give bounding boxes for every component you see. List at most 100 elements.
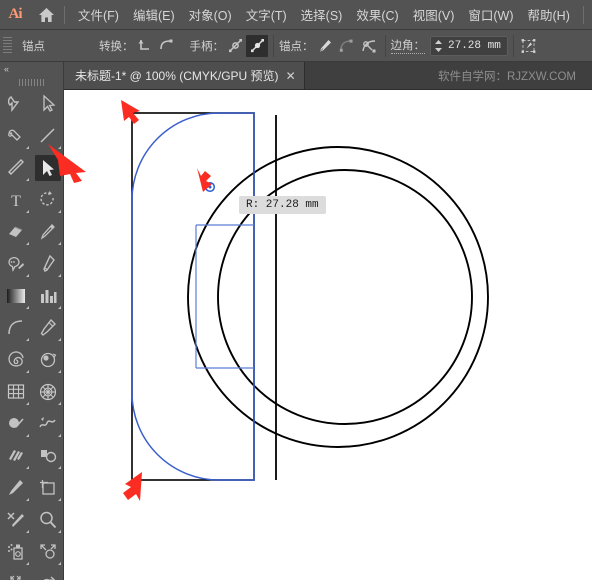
- tool-eraser[interactable]: [0, 216, 32, 248]
- tool-zoom[interactable]: [32, 504, 64, 536]
- options-divider-2: [384, 34, 386, 57]
- tool-artboard[interactable]: [32, 472, 64, 504]
- tool-flyout-indicator[interactable]: [26, 338, 29, 341]
- tool-flyout-indicator[interactable]: [58, 530, 61, 533]
- document-tab-title: 未标题-1* @ 100% (CMYK/GPU 预览): [75, 69, 279, 83]
- tools-panel-header: «: [0, 62, 63, 76]
- tools-panel: « T: [0, 62, 64, 580]
- outer-circle-path[interactable]: [187, 146, 489, 448]
- tools-panel-drag-handle[interactable]: [18, 79, 45, 86]
- tool-magic-wand-sparkle[interactable]: [32, 216, 64, 248]
- anchors-label: 锚点：: [279, 40, 314, 53]
- tool-column-graph[interactable]: [32, 280, 64, 312]
- tool-flyout-indicator[interactable]: [26, 242, 29, 245]
- tool-knife[interactable]: [0, 504, 32, 536]
- menu-divider-right: [582, 5, 584, 24]
- tool-flyout-indicator[interactable]: [58, 274, 61, 277]
- menu-bar: Ai 文件(F) 编辑(E) 对象(O) 文字(T) 选择(S) 效果(C) 视…: [0, 0, 592, 30]
- options-bar-drag-handle[interactable]: [3, 36, 12, 55]
- menu-help[interactable]: 帮助(H): [521, 2, 577, 27]
- tool-rotate-around-point[interactable]: [32, 344, 64, 376]
- annotation-arrow-bottom-left: [123, 472, 142, 501]
- tool-pencil[interactable]: [0, 472, 32, 504]
- tool-flyout-indicator[interactable]: [26, 466, 29, 469]
- tool-flyout-indicator[interactable]: [58, 210, 61, 213]
- tool-symbol-scruncher[interactable]: [32, 536, 64, 568]
- tool-flyout-indicator[interactable]: [26, 434, 29, 437]
- tool-symbol-sizer[interactable]: [0, 568, 32, 580]
- tool-spiral[interactable]: [0, 344, 32, 376]
- tool-flyout-indicator[interactable]: [26, 146, 29, 149]
- tool-paintbrush[interactable]: [0, 152, 32, 184]
- tool-smooth[interactable]: [0, 408, 32, 440]
- artboard-canvas[interactable]: [64, 90, 592, 580]
- menu-divider: [64, 5, 65, 24]
- corner-label[interactable]: 边角：: [390, 37, 425, 54]
- tool-rectangular-grid[interactable]: [0, 376, 32, 408]
- menu-window[interactable]: 窗口(W): [461, 2, 520, 27]
- app-logo-icon: Ai: [8, 6, 23, 22]
- corner-radius-value[interactable]: 27.28 mm: [445, 40, 504, 52]
- tool-magic-wand[interactable]: [0, 120, 32, 152]
- tool-flyout-indicator[interactable]: [26, 370, 29, 373]
- tool-polar-grid[interactable]: [32, 376, 64, 408]
- menu-type[interactable]: 文字(T): [239, 2, 294, 27]
- convert-anchor-to-smooth-icon[interactable]: [156, 35, 178, 57]
- tool-flyout-indicator[interactable]: [26, 498, 29, 501]
- tool-flyout-indicator[interactable]: [58, 562, 61, 565]
- context-label: 锚点: [22, 40, 45, 53]
- tool-type[interactable]: T: [0, 184, 32, 216]
- tool-symbol-sprayer[interactable]: [0, 536, 32, 568]
- annotation-arrow-top-left: [121, 100, 140, 124]
- menu-edit[interactable]: 编辑(E): [126, 2, 182, 27]
- options-divider-3: [512, 34, 514, 57]
- tool-rotate[interactable]: [32, 184, 64, 216]
- tool-flyout-indicator[interactable]: [58, 434, 61, 437]
- tool-arc[interactable]: [0, 312, 32, 344]
- convert-anchor-to-corner-icon[interactable]: [134, 35, 156, 57]
- tool-shape-combine[interactable]: [32, 440, 64, 472]
- tool-flyout-indicator[interactable]: [58, 402, 61, 405]
- tool-flyout-indicator[interactable]: [58, 466, 61, 469]
- close-icon[interactable]: ✕: [286, 70, 296, 82]
- tool-shape-builder[interactable]: [0, 248, 32, 280]
- menu-file[interactable]: 文件(F): [71, 2, 126, 27]
- connect-anchors-icon[interactable]: [336, 35, 358, 57]
- cut-path-at-anchor-icon[interactable]: [358, 35, 380, 57]
- menu-object[interactable]: 对象(O): [182, 2, 239, 27]
- tool-flyout-indicator[interactable]: [26, 530, 29, 533]
- tool-flyout-indicator[interactable]: [58, 242, 61, 245]
- tool-eyedropper[interactable]: [32, 312, 64, 344]
- tool-scribble[interactable]: [32, 408, 64, 440]
- remove-anchor-icon[interactable]: [314, 35, 336, 57]
- tool-pen[interactable]: [32, 248, 64, 280]
- show-handles-icon[interactable]: [224, 35, 246, 57]
- tool-flyout-indicator[interactable]: [58, 306, 61, 309]
- menu-effect[interactable]: 效果(C): [349, 2, 405, 27]
- tool-flyout-indicator[interactable]: [26, 178, 29, 181]
- tool-flyout-indicator[interactable]: [58, 498, 61, 501]
- collapse-panel-icon[interactable]: «: [4, 64, 9, 74]
- tool-selection[interactable]: [0, 88, 32, 120]
- hide-handles-icon[interactable]: [246, 34, 268, 57]
- tool-symbol-spinner[interactable]: [32, 568, 64, 580]
- corner-radius-field[interactable]: 27.28 mm: [430, 35, 508, 56]
- isolate-selected-object-icon[interactable]: [519, 35, 541, 57]
- tool-flyout-indicator[interactable]: [26, 402, 29, 405]
- tool-blend[interactable]: [0, 440, 32, 472]
- home-icon[interactable]: [30, 0, 62, 30]
- tool-flyout-indicator[interactable]: [58, 370, 61, 373]
- tool-flyout-indicator[interactable]: [26, 562, 29, 565]
- tool-gradient[interactable]: [0, 280, 32, 312]
- menu-view[interactable]: 视图(V): [406, 2, 462, 27]
- tool-flyout-indicator[interactable]: [26, 306, 29, 309]
- annotation-arrow-corner-widget: [197, 168, 212, 192]
- stepper-up-down-icon[interactable]: [433, 39, 443, 53]
- tool-flyout-indicator[interactable]: [26, 210, 29, 213]
- tool-flyout-indicator[interactable]: [58, 338, 61, 341]
- document-tab[interactable]: 未标题-1* @ 100% (CMYK/GPU 预览) ✕: [64, 62, 305, 89]
- options-divider-1: [273, 34, 274, 57]
- menu-select[interactable]: 选择(S): [294, 2, 350, 27]
- tool-flyout-indicator[interactable]: [26, 274, 29, 277]
- tool-direct-selection-top[interactable]: [32, 88, 64, 120]
